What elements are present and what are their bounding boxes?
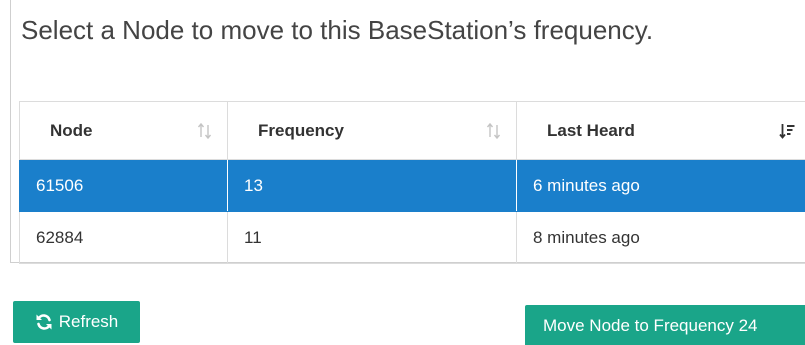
- cell-last-heard-text: 8 minutes ago: [533, 227, 640, 247]
- refresh-icon: [36, 314, 52, 330]
- node-frequency-dialog: Select a Node to move to this BaseStatio…: [0, 0, 805, 345]
- cell-node-text: 61506: [36, 175, 84, 195]
- cell-last-heard[interactable]: 6 minutes ago: [516, 159, 805, 212]
- column-header-frequency[interactable]: Frequency: [227, 101, 517, 160]
- instruction-text: Select a Node to move to this BaseStatio…: [21, 15, 654, 45]
- cell-frequency[interactable]: 11: [227, 211, 517, 264]
- cell-node-text: 62884: [36, 227, 84, 247]
- cell-frequency[interactable]: 13: [227, 159, 517, 212]
- refresh-button[interactable]: Refresh: [13, 301, 140, 343]
- column-header-label: Frequency: [258, 120, 344, 140]
- cell-last-heard[interactable]: 8 minutes ago: [516, 211, 805, 264]
- table-header-row: Node Frequency Last Heard: [19, 101, 805, 160]
- cell-frequency-text: 13: [244, 175, 263, 195]
- cell-node[interactable]: 62884: [19, 211, 228, 264]
- cell-node[interactable]: 61506: [19, 159, 228, 212]
- node-table: Node Frequency Last Heard 61506 13 6 min…: [19, 101, 805, 264]
- refresh-button-label: Refresh: [58, 312, 119, 331]
- table-row[interactable]: 61506 13 6 minutes ago: [19, 159, 805, 212]
- table-row[interactable]: 62884 11 8 minutes ago: [19, 211, 805, 264]
- column-header-last-heard[interactable]: Last Heard: [516, 101, 805, 160]
- column-header-node[interactable]: Node: [19, 101, 228, 160]
- sort-icon[interactable]: [197, 122, 213, 140]
- move-node-button[interactable]: Move Node to Frequency 24: [525, 305, 805, 345]
- sort-icon[interactable]: [486, 122, 502, 140]
- cell-last-heard-text: 6 minutes ago: [533, 175, 640, 195]
- column-header-label: Last Heard: [547, 120, 635, 140]
- cell-frequency-text: 11: [244, 227, 262, 247]
- move-node-button-label: Move Node to Frequency 24: [543, 316, 758, 335]
- column-header-label: Node: [50, 120, 93, 140]
- sort-descending-icon[interactable]: [779, 122, 795, 140]
